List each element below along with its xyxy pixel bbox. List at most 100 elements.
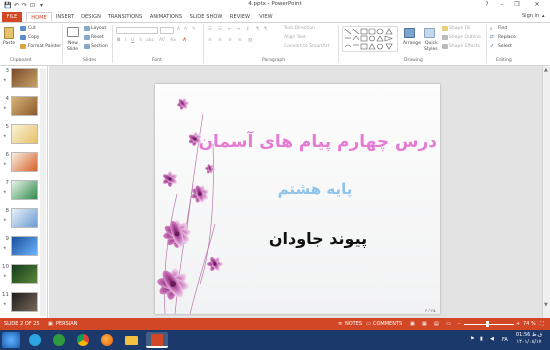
shapes-gallery[interactable] xyxy=(342,26,398,52)
replace-icon[interactable]: ⇄ xyxy=(490,35,494,40)
text-direction-button[interactable]: Text Direction xyxy=(284,26,315,31)
paste-icon[interactable] xyxy=(4,27,14,39)
notes-button[interactable]: NOTES xyxy=(345,321,362,327)
shape-outline-icon[interactable] xyxy=(442,35,448,40)
replace-button[interactable]: Replace xyxy=(498,35,516,40)
select-button[interactable]: Select xyxy=(498,44,512,49)
tray-volume-icon[interactable]: ◀ xyxy=(490,336,494,342)
zoom-out-button[interactable]: – xyxy=(458,321,461,327)
shrink-font-icon[interactable]: A xyxy=(184,27,187,32)
telegram-icon[interactable] xyxy=(24,332,46,348)
tab-design[interactable]: DESIGN xyxy=(79,12,103,22)
language-indicator[interactable]: PERSIAN xyxy=(56,321,77,327)
slide-thumbnail[interactable] xyxy=(11,236,38,256)
close-button[interactable]: ✕ xyxy=(526,0,548,9)
slideshow-view-icon[interactable]: ▭ xyxy=(446,321,451,327)
tab-view[interactable]: VIEW xyxy=(256,12,276,22)
columns-icon[interactable]: ▥ xyxy=(248,38,252,43)
new-slide-icon[interactable] xyxy=(67,27,79,37)
firefox-icon[interactable] xyxy=(96,332,118,348)
slide-body-text[interactable]: پیوند جاودان xyxy=(215,229,421,248)
grow-font-icon[interactable]: A xyxy=(177,27,180,32)
format-painter-button[interactable]: Format Painter xyxy=(28,44,61,49)
zoom-slider[interactable] xyxy=(464,324,514,325)
quick-styles-icon[interactable] xyxy=(424,28,435,38)
spell-check-icon[interactable]: ▣ xyxy=(48,321,53,327)
slide-thumbnail[interactable] xyxy=(11,264,38,284)
align-left-icon[interactable]: ≡ xyxy=(208,38,212,43)
zoom-in-button[interactable]: + xyxy=(516,321,520,327)
slide-thumbnail[interactable] xyxy=(11,152,38,172)
tab-transitions[interactable]: TRANSITIONS xyxy=(106,12,144,22)
increase-indent-icon[interactable]: ⇥ xyxy=(236,27,240,32)
scroll-down-icon[interactable]: ▼ xyxy=(544,302,548,308)
convert-smartart-button[interactable]: Convert to SmartArt xyxy=(284,44,329,49)
reset-button[interactable]: Reset xyxy=(91,35,104,40)
numbering-icon[interactable]: ☷ xyxy=(218,27,222,32)
zoom-level[interactable]: 74 % xyxy=(523,321,536,327)
zoom-slider-thumb[interactable] xyxy=(486,321,489,327)
file-explorer-icon[interactable] xyxy=(120,332,142,348)
rtl-icon[interactable]: ¶ xyxy=(264,27,267,32)
help-button[interactable]: ? xyxy=(480,0,494,9)
current-slide[interactable]: درس چهارم پیام های آسمان پایه هشتم پیوند… xyxy=(155,84,440,314)
copy-icon[interactable] xyxy=(20,35,26,40)
tray-network-icon[interactable]: ▮ xyxy=(480,336,483,342)
copy-button[interactable]: Copy xyxy=(28,35,39,40)
clock[interactable]: 01:56 ق.ظ ۱۴۰۱/۰۸/۱۷ xyxy=(516,332,542,346)
tray-flag-icon[interactable]: ⚑ xyxy=(470,336,474,342)
chrome-icon[interactable] xyxy=(72,332,94,348)
italic-icon[interactable]: I xyxy=(125,38,126,43)
font-name-dropdown[interactable] xyxy=(116,27,158,34)
font-size-dropdown[interactable] xyxy=(160,27,174,34)
normal-view-icon[interactable]: ▣ xyxy=(410,321,415,327)
comments-icon[interactable]: ▭ xyxy=(366,321,371,327)
slide-subtitle[interactable]: پایه هشتم xyxy=(215,180,415,198)
section-icon[interactable] xyxy=(84,44,90,49)
slide-title[interactable]: درس چهارم پیام های آسمان xyxy=(199,132,438,152)
quick-styles-button[interactable]: Quick xyxy=(425,41,438,46)
slides-pane-scrollbar[interactable] xyxy=(40,68,46,316)
strikethrough-icon[interactable]: abc xyxy=(146,38,154,43)
justify-icon[interactable]: ≡ xyxy=(238,38,242,43)
arrange-icon[interactable] xyxy=(404,28,415,38)
find-icon[interactable]: ⌕ xyxy=(490,26,493,32)
shadow-icon[interactable]: S xyxy=(139,38,142,43)
cut-icon[interactable] xyxy=(20,26,26,31)
tab-home[interactable]: HOME xyxy=(26,12,52,22)
powerpoint-taskbar-icon[interactable] xyxy=(146,332,168,348)
select-icon[interactable]: ➚ xyxy=(490,44,494,49)
layout-button[interactable]: Layout xyxy=(91,26,106,31)
comments-button[interactable]: COMMENTS xyxy=(373,321,402,327)
slide-thumbnail[interactable] xyxy=(11,180,38,200)
shape-effects-icon[interactable] xyxy=(442,44,448,49)
shape-effects-button[interactable]: Shape Effects xyxy=(449,44,480,49)
change-case-icon[interactable]: Aa xyxy=(170,38,176,43)
shape-outline-button[interactable]: Shape Outline xyxy=(449,35,481,40)
keyboard-language[interactable]: FA xyxy=(502,337,508,343)
tab-slide-show[interactable]: SLIDE SHOW xyxy=(188,12,224,22)
paste-button[interactable]: Paste xyxy=(3,41,15,46)
start-button[interactable] xyxy=(2,332,20,348)
cut-button[interactable]: Cut xyxy=(28,26,36,31)
underline-icon[interactable]: U xyxy=(131,38,134,43)
font-color-icon[interactable]: A xyxy=(183,38,186,43)
align-center-icon[interactable]: ≡ xyxy=(218,38,222,43)
bold-icon[interactable]: B xyxy=(117,38,120,43)
collapse-ribbon-icon[interactable]: ▴ xyxy=(542,13,545,19)
tab-file[interactable]: FILE xyxy=(2,12,22,22)
layout-icon[interactable] xyxy=(84,26,90,31)
tab-insert[interactable]: INSERT xyxy=(54,12,76,22)
minimize-button[interactable]: – xyxy=(495,0,509,9)
reset-icon[interactable] xyxy=(84,35,90,40)
restore-button[interactable]: ❐ xyxy=(510,0,524,9)
ltr-icon[interactable]: ¶ xyxy=(256,27,259,32)
editor-scrollbar[interactable]: ▲ ▼ xyxy=(542,66,550,318)
line-spacing-icon[interactable]: ↕ xyxy=(246,27,250,32)
reading-view-icon[interactable]: ▤ xyxy=(434,321,439,327)
slide-thumbnail[interactable] xyxy=(11,208,38,228)
decrease-indent-icon[interactable]: ⇤ xyxy=(228,27,232,32)
shape-fill-button[interactable]: Shape Fill xyxy=(449,26,471,31)
media-player-icon[interactable] xyxy=(48,332,70,348)
format-painter-icon[interactable] xyxy=(20,44,26,49)
